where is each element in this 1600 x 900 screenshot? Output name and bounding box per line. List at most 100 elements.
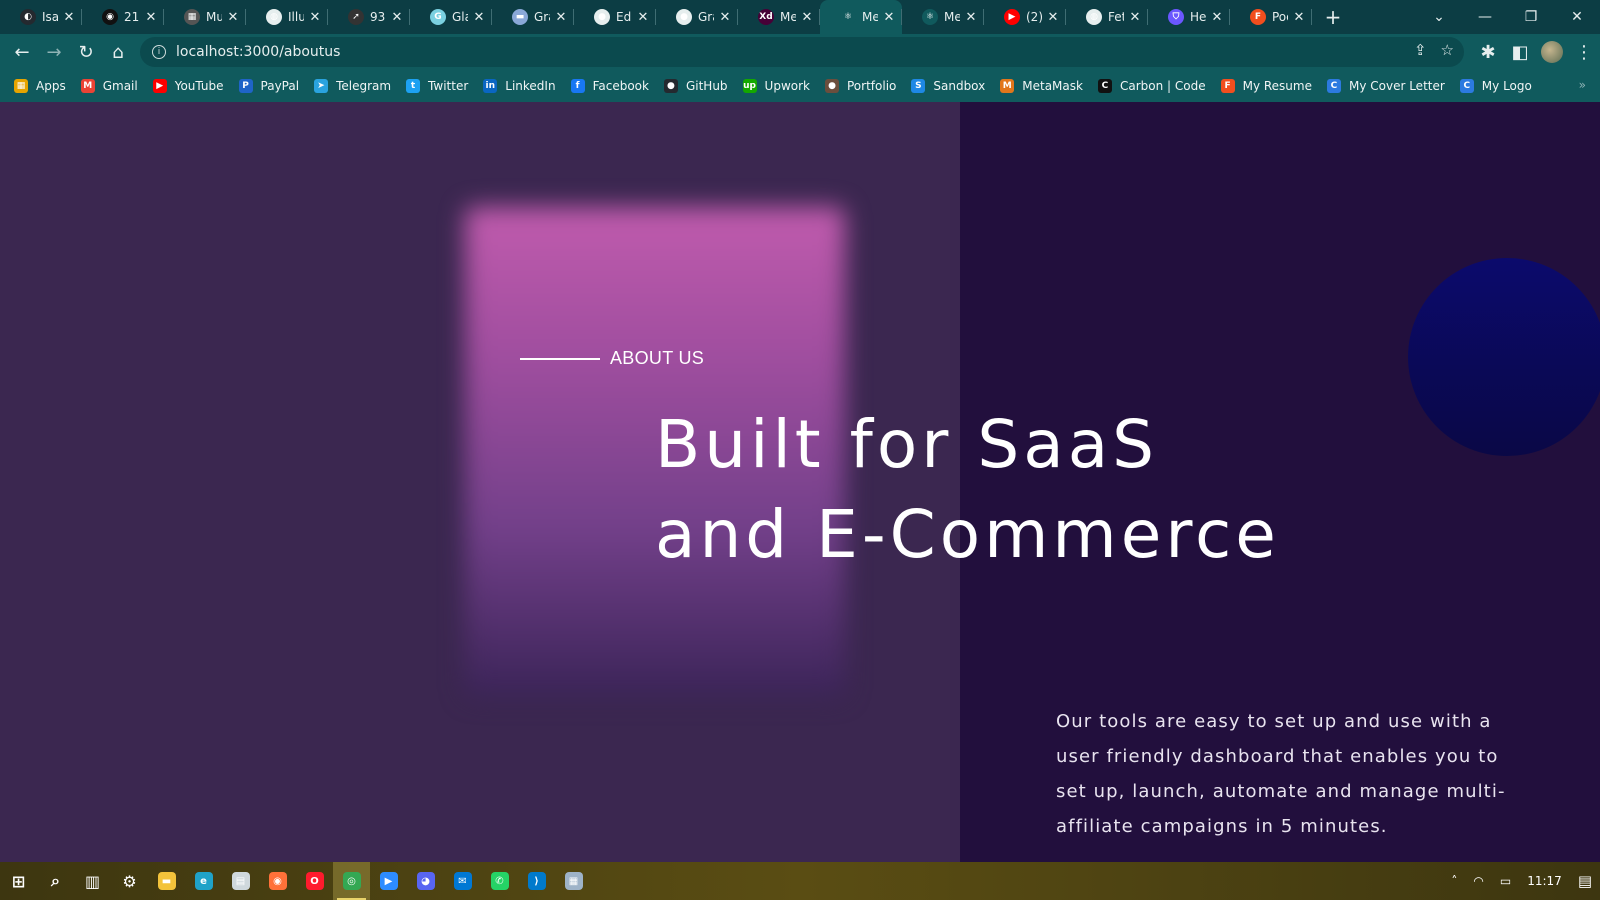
side-panel-icon[interactable]: ◧ xyxy=(1504,36,1536,68)
menu-kebab-icon[interactable]: ⋮ xyxy=(1568,36,1600,68)
clock[interactable]: 11:17 xyxy=(1527,874,1562,888)
tab-title: 21 I xyxy=(124,10,140,24)
browser-tab[interactable]: ● Gra ✕ xyxy=(656,0,738,34)
bookmarks-overflow-icon[interactable]: » xyxy=(1579,78,1586,92)
browser-tab[interactable]: ➚ 93 I ✕ xyxy=(328,0,410,34)
bookmark-item[interactable]: f Facebook xyxy=(570,79,649,93)
tab-close-icon[interactable]: ✕ xyxy=(62,10,76,25)
taskbar-app[interactable]: ⌕ xyxy=(37,862,74,900)
avatar xyxy=(1541,41,1563,63)
tab-close-icon[interactable]: ✕ xyxy=(1046,10,1060,25)
windows-taskbar: ⊞ ⌕ ▥ ⚙ ▬ e ▤ ◉ O ◎ ▶ ◕ ✉ ✆ ⟩ ▦ xyxy=(0,862,1600,900)
tab-close-icon[interactable]: ✕ xyxy=(964,10,978,25)
minimize-button[interactable]: — xyxy=(1462,0,1508,34)
site-info-icon[interactable]: i xyxy=(152,45,166,59)
taskbar-app[interactable]: ▤ xyxy=(222,862,259,900)
browser-tab[interactable]: ◍ Fetch d ✕ xyxy=(1066,0,1148,34)
bookmark-item[interactable]: M Gmail xyxy=(80,79,138,93)
bookmark-item[interactable]: S Sandbox xyxy=(911,79,985,93)
tab-close-icon[interactable]: ✕ xyxy=(882,10,896,25)
bookmark-item[interactable]: F My Resume xyxy=(1220,79,1312,93)
taskbar-app[interactable]: ▥ xyxy=(74,862,111,900)
taskbar-app[interactable]: ▬ xyxy=(148,862,185,900)
taskbar-app[interactable]: ▦ xyxy=(555,862,592,900)
tray-overflow-icon[interactable]: ˄ xyxy=(1451,874,1457,888)
bookmark-item[interactable]: ● GitHub xyxy=(663,79,728,93)
restore-button[interactable]: ❐ xyxy=(1508,0,1554,34)
wifi-icon[interactable]: ◠ xyxy=(1473,874,1483,888)
bookmark-item[interactable]: up Upwork xyxy=(742,79,810,93)
browser-tab[interactable]: G Gla ✕ xyxy=(410,0,492,34)
tab-search-icon[interactable]: ⌄ xyxy=(1416,0,1462,34)
taskbar-app[interactable]: ✉ xyxy=(444,862,481,900)
browser-tab[interactable]: ▶ (2) Show ✕ xyxy=(984,0,1066,34)
browser-tab[interactable]: ▬ Gra ✕ xyxy=(492,0,574,34)
address-bar[interactable]: i localhost:3000/aboutus ⇪ ☆ xyxy=(140,37,1464,67)
browser-tab[interactable]: ▦ Mu ✕ xyxy=(164,0,246,34)
battery-icon[interactable]: ▭ xyxy=(1500,874,1511,888)
share-icon[interactable]: ⇪ xyxy=(1414,41,1427,59)
taskbar-app[interactable]: ⊞ xyxy=(0,862,37,900)
tab-close-icon[interactable]: ✕ xyxy=(144,10,158,25)
extensions-icon[interactable]: ✱ xyxy=(1472,36,1504,68)
taskbar-app[interactable]: ▶ xyxy=(370,862,407,900)
reload-icon[interactable]: ↻ xyxy=(70,36,102,68)
bookmark-item[interactable]: C My Cover Letter xyxy=(1326,79,1445,93)
taskbar-app[interactable]: e xyxy=(185,862,222,900)
bookmark-item[interactable]: in LinkedIn xyxy=(483,79,556,93)
tab-close-icon[interactable]: ✕ xyxy=(1210,10,1224,25)
shield-icon: ⛉ xyxy=(1168,9,1184,25)
tab-close-icon[interactable]: ✕ xyxy=(472,10,486,25)
taskbar-app[interactable]: ⟩ xyxy=(518,862,555,900)
bookmark-item[interactable]: ▦ Apps xyxy=(14,79,66,93)
tab-close-icon[interactable]: ✕ xyxy=(390,10,404,25)
close-window-button[interactable]: ✕ xyxy=(1554,0,1600,34)
github-icon: ● xyxy=(676,9,692,25)
bookmark-item[interactable]: C My Logo xyxy=(1459,79,1532,93)
tab-close-icon[interactable]: ✕ xyxy=(226,10,240,25)
bookmark-label: Portfolio xyxy=(847,79,897,93)
tab-close-icon[interactable]: ✕ xyxy=(800,10,814,25)
bookmark-item[interactable]: C Carbon | Code xyxy=(1097,79,1206,93)
vscode-icon: ⟩ xyxy=(527,872,546,890)
taskbar-app[interactable]: O xyxy=(296,862,333,900)
browser-tab[interactable]: ◉ 21 I ✕ xyxy=(82,0,164,34)
browser-tab[interactable]: ● Edi ✕ xyxy=(574,0,656,34)
bookmark-star-icon[interactable]: ☆ xyxy=(1441,41,1454,59)
tab-close-icon[interactable]: ✕ xyxy=(718,10,732,25)
browser-tab[interactable]: Xd Met ✕ xyxy=(738,0,820,34)
tab-close-icon[interactable]: ✕ xyxy=(308,10,322,25)
bookmark-item[interactable]: ▶ YouTube xyxy=(152,79,224,93)
forward-arrow-icon[interactable]: → xyxy=(38,36,70,68)
back-arrow-icon[interactable]: ← xyxy=(6,36,38,68)
browser-tab[interactable]: ⛉ Heroico ✕ xyxy=(1148,0,1230,34)
bookmark-item[interactable]: ● Portfolio xyxy=(825,79,896,93)
browser-tab[interactable]: F Poem A ✕ xyxy=(1230,0,1312,34)
new-tab-button[interactable]: + xyxy=(1318,0,1348,34)
tab-close-icon[interactable]: ✕ xyxy=(554,10,568,25)
task-view-icon: ▥ xyxy=(84,871,101,891)
profile-avatar[interactable] xyxy=(1536,36,1568,68)
taskbar-app[interactable]: ⚙ xyxy=(111,862,148,900)
tab-close-icon[interactable]: ✕ xyxy=(1292,10,1306,25)
bookmark-label: Carbon | Code xyxy=(1119,79,1206,93)
taskbar-app[interactable]: ◉ xyxy=(259,862,296,900)
taskbar-app[interactable]: ◕ xyxy=(407,862,444,900)
home-icon[interactable]: ⌂ xyxy=(102,36,134,68)
bookmark-item[interactable]: t Twitter xyxy=(406,79,468,93)
notifications-icon[interactable]: ▤ xyxy=(1578,872,1592,890)
bookmark-item[interactable]: ➤ Telegram xyxy=(314,79,391,93)
browser-tab[interactable]: ⚛ Metrick ✕ xyxy=(902,0,984,34)
bookmark-item[interactable]: M MetaMask xyxy=(1000,79,1083,93)
bookmark-item[interactable]: P PayPal xyxy=(238,79,299,93)
browser-tab[interactable]: ⚛ Met ✕ xyxy=(820,0,902,34)
gmail-icon: M xyxy=(80,79,95,93)
browser-tab[interactable]: ◍ Illu ✕ xyxy=(246,0,328,34)
browser-tab[interactable]: ◐ Isai ✕ xyxy=(0,0,82,34)
taskbar-app[interactable]: ◎ xyxy=(333,862,370,900)
taskbar-app[interactable]: ✆ xyxy=(481,862,518,900)
tab-close-icon[interactable]: ✕ xyxy=(1128,10,1142,25)
tab-close-icon[interactable]: ✕ xyxy=(636,10,650,25)
notepad-icon: ▤ xyxy=(231,872,250,890)
github-octocat-icon: ◐ xyxy=(20,9,36,25)
